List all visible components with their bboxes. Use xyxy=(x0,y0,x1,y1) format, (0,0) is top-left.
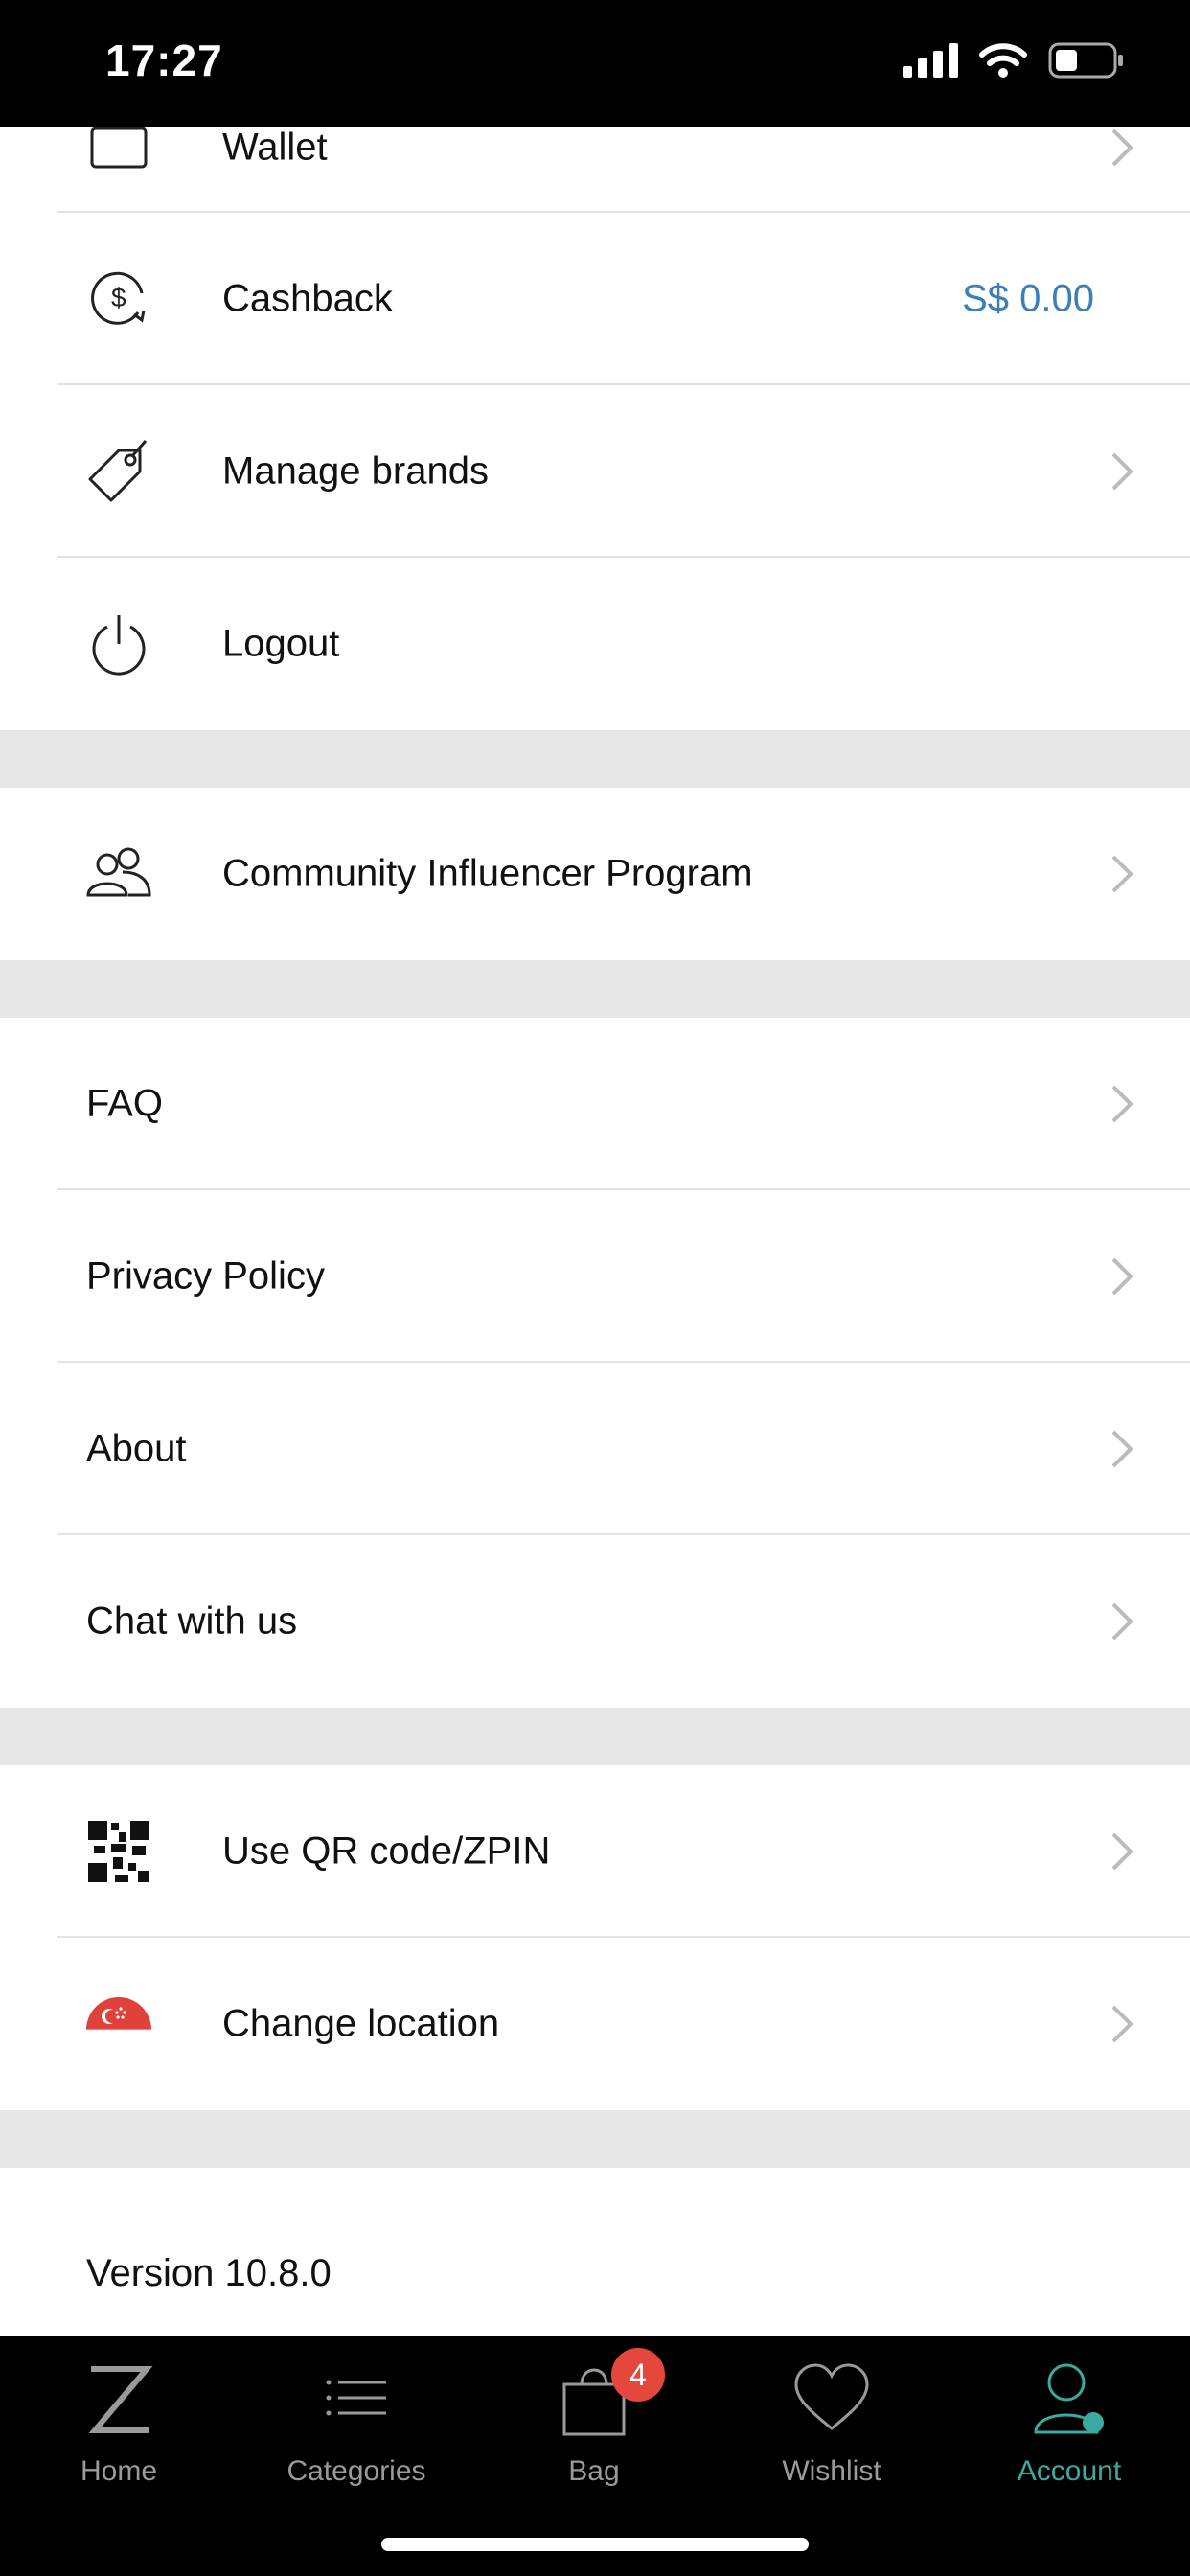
tab-bag[interactable]: 4 Bag xyxy=(475,2336,713,2528)
menu-item-community-influencer[interactable]: Community Influencer Program xyxy=(0,788,1190,960)
wallet-icon xyxy=(90,126,148,169)
bag-count-badge: 4 xyxy=(611,2348,665,2402)
menu-item-change-location[interactable]: Change location xyxy=(0,1938,1190,2110)
signal-icon xyxy=(903,43,958,78)
tab-label: Wishlist xyxy=(782,2455,881,2487)
status-time: 17:27 xyxy=(105,35,223,85)
section-gap xyxy=(0,960,1190,1018)
chevron-right-icon xyxy=(1111,1085,1133,1123)
menu-item-label: Change location xyxy=(222,2002,500,2045)
power-icon xyxy=(92,615,146,676)
menu-item-label: Logout xyxy=(222,622,340,665)
menu-item-manage-brands[interactable]: Manage brands xyxy=(0,385,1190,558)
chevron-right-icon xyxy=(1111,452,1133,491)
battery-icon xyxy=(1048,42,1123,79)
tab-wishlist[interactable]: Wishlist xyxy=(713,2336,950,2528)
menu-item-label: Wallet xyxy=(222,126,328,169)
menu-item-qr-code[interactable]: Use QR code/ZPIN xyxy=(0,1765,1190,1938)
tab-account[interactable]: Account xyxy=(950,2336,1188,2528)
home-indicator[interactable] xyxy=(381,2538,809,2551)
tab-label: Home xyxy=(80,2455,158,2487)
section-gap xyxy=(0,1708,1190,1765)
price-tag-icon xyxy=(88,440,148,502)
section-gap xyxy=(0,730,1190,788)
menu-item-privacy-policy[interactable]: Privacy Policy xyxy=(0,1190,1190,1363)
menu-item-label: Cashback xyxy=(222,277,393,320)
menu-item-logout[interactable]: Logout xyxy=(0,558,1190,730)
account-icon xyxy=(1034,2363,1104,2434)
app-version: Version 10.8.0 xyxy=(86,2252,332,2294)
cashback-value: S$ 0.00 xyxy=(962,277,1094,320)
chevron-right-icon xyxy=(1111,855,1133,893)
menu-item-label: Manage brands xyxy=(222,449,489,493)
tab-label: Account xyxy=(1017,2455,1122,2487)
menu-item-cashback[interactable]: $ Cashback S$ 0.00 xyxy=(0,213,1190,385)
menu-item-label: About xyxy=(86,1427,187,1470)
cashback-icon: $ xyxy=(91,271,146,325)
tab-label: Categories xyxy=(286,2455,426,2487)
menu-item-about[interactable]: About xyxy=(0,1363,1190,1535)
qr-code-icon xyxy=(88,1821,149,1882)
heart-icon xyxy=(794,2363,869,2430)
menu-item-faq[interactable]: FAQ xyxy=(0,1018,1190,1190)
people-icon xyxy=(86,847,151,897)
menu-item-label: Privacy Policy xyxy=(86,1254,325,1298)
svg-text:$: $ xyxy=(111,283,126,312)
menu-item-label: FAQ xyxy=(86,1082,164,1125)
chevron-right-icon xyxy=(1111,1257,1133,1296)
account-menu: Wallet $ Cashback S$ 0.00 Manage brands … xyxy=(0,126,1190,2336)
singapore-flag-icon xyxy=(86,1997,151,2031)
chevron-right-icon xyxy=(1111,128,1133,167)
chevron-right-icon xyxy=(1111,1602,1133,1641)
status-icons xyxy=(903,42,1125,79)
menu-item-label: Use QR code/ZPIN xyxy=(222,1829,551,1873)
menu-item-wallet[interactable]: Wallet xyxy=(0,126,1190,213)
chevron-right-icon xyxy=(1111,1832,1133,1871)
tab-categories[interactable]: Categories xyxy=(238,2336,475,2528)
home-logo-icon xyxy=(88,2366,153,2433)
section-gap xyxy=(0,2110,1190,2168)
menu-item-label: Community Influencer Program xyxy=(222,852,753,895)
status-bar: 17:27 xyxy=(0,0,1190,126)
menu-item-chat[interactable]: Chat with us xyxy=(0,1535,1190,1708)
wifi-icon xyxy=(979,43,1027,78)
chevron-right-icon xyxy=(1111,2005,1133,2043)
tab-home[interactable]: Home xyxy=(0,2336,238,2528)
tab-label: Bag xyxy=(568,2455,620,2487)
list-icon xyxy=(326,2380,386,2416)
menu-item-label: Chat with us xyxy=(86,1599,298,1643)
chevron-right-icon xyxy=(1111,1430,1133,1468)
